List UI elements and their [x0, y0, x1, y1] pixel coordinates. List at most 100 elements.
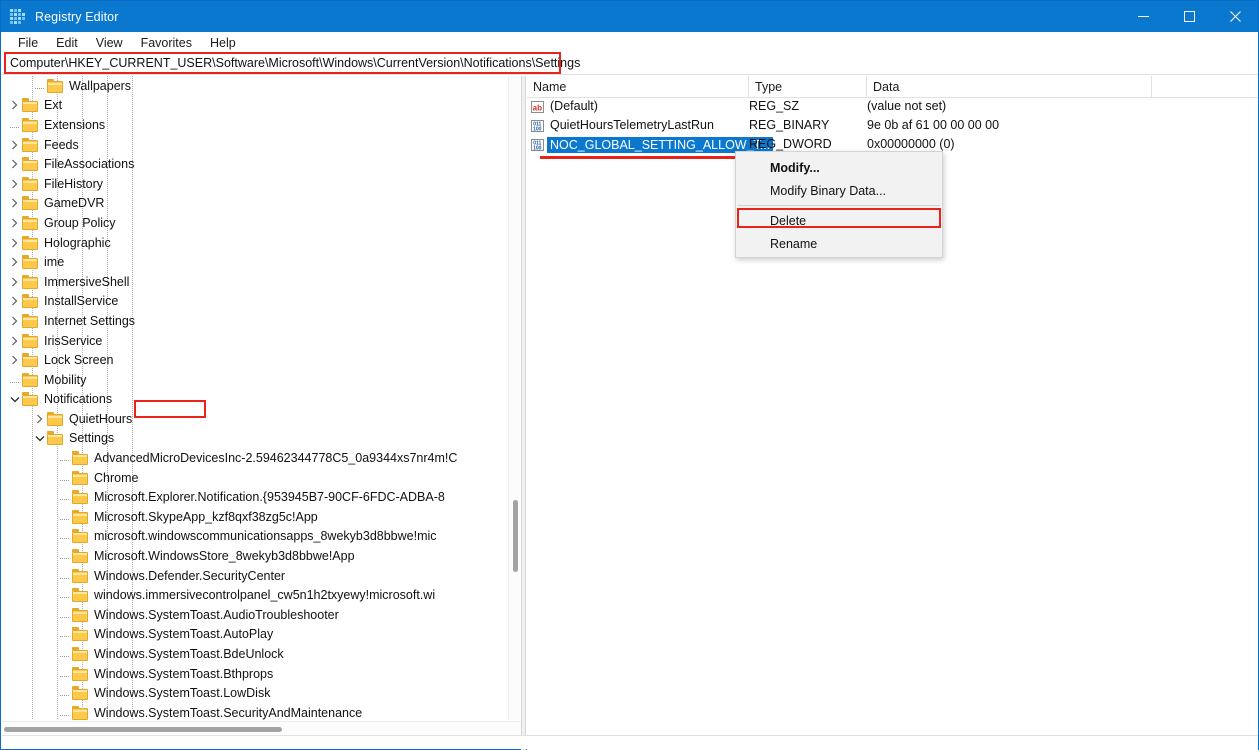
tree-node-label: Microsoft.Explorer.Notification.{953945B…	[94, 490, 449, 504]
tree-node[interactable]: GameDVR	[2, 194, 507, 214]
tree-node-label: GameDVR	[44, 196, 108, 210]
folder-icon	[22, 294, 39, 308]
context-menu-item-delete[interactable]: Delete	[736, 209, 942, 232]
column-header-data[interactable]: Data	[867, 76, 1152, 97]
tree-node-label: Notifications	[44, 392, 116, 406]
tree-node[interactable]: Microsoft.SkypeApp_kzf8qxf38zg5c!App	[2, 507, 507, 527]
tree-guide-stub	[35, 88, 44, 89]
chevron-down-icon[interactable]	[32, 429, 47, 448]
context-menu-item-modify-binary-data[interactable]: Modify Binary Data...	[736, 179, 942, 202]
tree-node[interactable]: Microsoft.Explorer.Notification.{953945B…	[2, 487, 507, 507]
maximize-icon[interactable]	[1166, 1, 1212, 32]
chevron-right-icon[interactable]	[32, 409, 47, 428]
tree-vertical-scroll-thumb[interactable]	[513, 500, 518, 572]
close-icon[interactable]	[1212, 1, 1258, 32]
menu-item-favorites[interactable]: Favorites	[132, 35, 201, 51]
tree-node[interactable]: Mobility	[2, 370, 507, 390]
chevron-right-icon[interactable]	[7, 174, 22, 193]
folder-icon	[22, 216, 39, 230]
tree-node[interactable]: Notifications	[2, 390, 507, 410]
window-title: Registry Editor	[35, 10, 118, 24]
tree-node[interactable]: QuietHours	[2, 409, 507, 429]
chevron-right-icon[interactable]	[7, 96, 22, 115]
menu-item-file[interactable]: File	[9, 35, 47, 51]
tree-node[interactable]: InstallService	[2, 292, 507, 312]
tree-node[interactable]: Settings	[2, 429, 507, 449]
tree-node[interactable]: Windows.SystemToast.LowDisk	[2, 683, 507, 703]
value-data: (value not set)	[867, 99, 946, 113]
binary-value-icon: 011 100	[531, 119, 546, 134]
value-name: QuietHoursTelemetryLastRun	[550, 118, 714, 132]
title-bar[interactable]: Registry Editor	[1, 1, 1258, 32]
minimize-icon[interactable]	[1120, 1, 1166, 32]
tree-node[interactable]: Ext	[2, 96, 507, 116]
registry-path-text: Computer\HKEY_CURRENT_USER\Software\Micr…	[10, 56, 580, 70]
pane-splitter[interactable]	[521, 76, 526, 750]
tree-node[interactable]: Wallpapers	[2, 76, 507, 96]
tree-node[interactable]: Windows.Defender.SecurityCenter	[2, 566, 507, 586]
chevron-right-icon[interactable]	[7, 194, 22, 213]
value-row[interactable]: 011 100 QuietHoursTelemetryLastRun REG_BINA…	[527, 117, 1258, 136]
tree-vertical-scrollbar[interactable]	[508, 76, 521, 720]
column-header-name[interactable]: Name	[527, 76, 749, 97]
tree-node[interactable]: windows.immersivecontrolpanel_cw5n1h2txy…	[2, 585, 507, 605]
tree-node[interactable]: Chrome	[2, 468, 507, 488]
tree-guide-stub	[60, 480, 69, 481]
chevron-right-icon[interactable]	[7, 155, 22, 174]
folder-icon	[72, 471, 89, 485]
tree-node[interactable]: Windows.SystemToast.AudioTroubleshooter	[2, 605, 507, 625]
tree-guide-stub	[60, 538, 69, 539]
address-bar[interactable]: Computer\HKEY_CURRENT_USER\Software\Micr…	[1, 53, 1258, 75]
folder-icon	[72, 608, 89, 622]
folder-icon	[22, 373, 39, 387]
svg-text:100: 100	[533, 127, 542, 133]
tree-node-label: Settings	[69, 431, 118, 445]
tree-node[interactable]: microsoft.windowscommunicationsapps_8wek…	[2, 527, 507, 547]
tree-node[interactable]: Windows.SystemToast.BdeUnlock	[2, 644, 507, 664]
tree-node[interactable]: Lock Screen	[2, 350, 507, 370]
chevron-right-icon[interactable]	[7, 253, 22, 272]
tree-node[interactable]: Holographic	[2, 233, 507, 253]
chevron-right-icon[interactable]	[7, 233, 22, 252]
tree-node[interactable]: ImmersiveShell	[2, 272, 507, 292]
tree-node[interactable]: AdvancedMicroDevicesInc-2.59462344778C5_…	[2, 448, 507, 468]
tree-node-leaf-spacer	[57, 586, 72, 605]
tree-node-label: ime	[44, 255, 68, 269]
tree-node[interactable]: Group Policy	[2, 213, 507, 233]
chevron-down-icon[interactable]	[7, 390, 22, 409]
chevron-right-icon[interactable]	[7, 351, 22, 370]
chevron-right-icon[interactable]	[7, 331, 22, 350]
menu-item-view[interactable]: View	[87, 35, 132, 51]
tree-guide-stub	[60, 499, 69, 500]
tree-horizontal-scroll-thumb[interactable]	[4, 727, 282, 732]
tree-node[interactable]: IrisService	[2, 331, 507, 351]
tree-node[interactable]: Windows.SystemToast.SecurityAndMaintenan…	[2, 703, 507, 720]
tree-node[interactable]: FileAssociations	[2, 154, 507, 174]
tree-node-label: Holographic	[44, 236, 115, 250]
tree-node[interactable]: Extensions	[2, 115, 507, 135]
tree-node[interactable]: Windows.SystemToast.Bthprops	[2, 664, 507, 684]
folder-icon	[22, 118, 39, 132]
chevron-right-icon[interactable]	[7, 292, 22, 311]
chevron-right-icon[interactable]	[7, 213, 22, 232]
tree-node[interactable]: Microsoft.WindowsStore_8wekyb3d8bbwe!App	[2, 546, 507, 566]
value-row[interactable]: ab (Default) REG_SZ (value not set)	[527, 98, 1258, 117]
tree-node[interactable]: FileHistory	[2, 174, 507, 194]
chevron-right-icon[interactable]	[7, 272, 22, 291]
tree-node[interactable]: Feeds	[2, 135, 507, 155]
tree-node-label: Mobility	[44, 373, 90, 387]
chevron-right-icon[interactable]	[7, 311, 22, 330]
registry-tree-pane: Wallpapers Ext Extensions Feeds FileAssociat…	[2, 76, 521, 736]
chevron-right-icon[interactable]	[7, 135, 22, 154]
tree-node[interactable]: ime	[2, 252, 507, 272]
tree-guide-stub	[60, 597, 69, 598]
tree-node[interactable]: Windows.SystemToast.AutoPlay	[2, 625, 507, 645]
tree-node[interactable]: Internet Settings	[2, 311, 507, 331]
tree-horizontal-scrollbar[interactable]	[2, 721, 521, 735]
context-menu-item-rename[interactable]: Rename	[736, 232, 942, 255]
menu-item-edit[interactable]: Edit	[47, 35, 87, 51]
context-menu-item-modify[interactable]: Modify...	[736, 156, 942, 179]
status-bar	[2, 735, 1258, 749]
column-header-type[interactable]: Type	[749, 76, 867, 97]
menu-item-help[interactable]: Help	[201, 35, 245, 51]
